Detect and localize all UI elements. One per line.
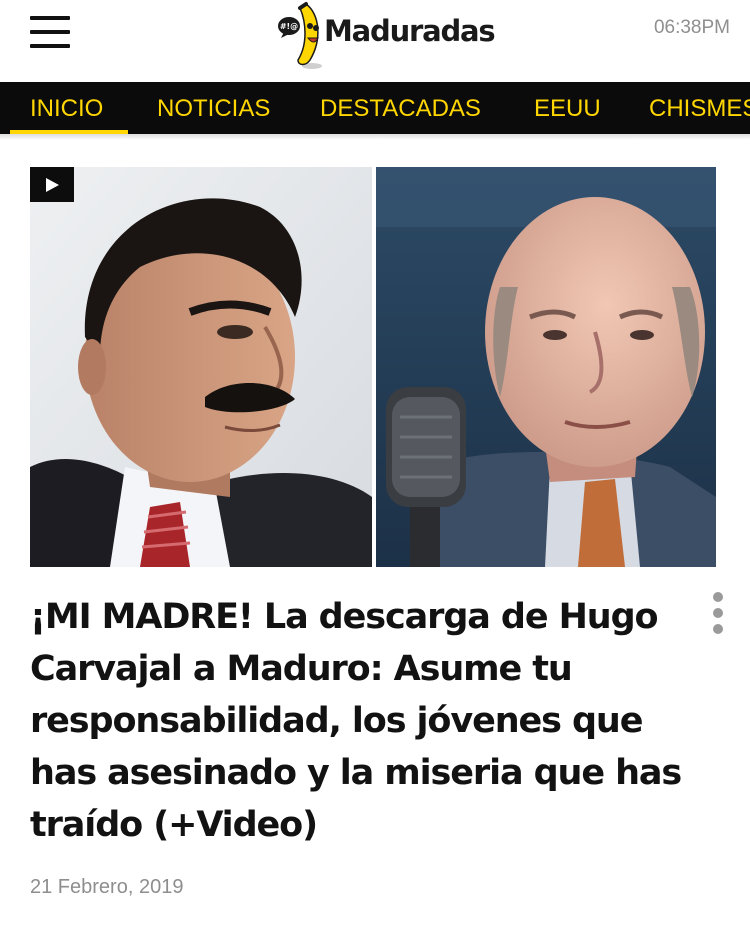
more-options-icon[interactable] — [708, 592, 728, 634]
nav-item-destacadas[interactable]: DESTACADAS — [320, 82, 481, 134]
brand-name: Maduradas — [324, 14, 496, 48]
menu-icon[interactable] — [30, 16, 70, 48]
nav-divider — [0, 134, 750, 140]
more-options-dot — [713, 592, 723, 602]
article-date: 21 Febrero, 2019 — [30, 876, 184, 898]
category-nav: INICIO NOTICIAS DESTACADAS EEUU CHISMES — [0, 82, 750, 134]
nav-item-noticias[interactable]: NOTICIAS — [157, 82, 270, 134]
clock-time: 06:38PM — [653, 17, 730, 38]
article-image[interactable] — [30, 167, 716, 567]
banana-mascot-icon: #!@ — [278, 2, 322, 69]
article-headline[interactable]: ¡MI MADRE! La descarga de Hugo Carvajal … — [30, 591, 700, 851]
nav-item-eeuu[interactable]: EEUU — [534, 82, 601, 134]
nav-item-chismes[interactable]: CHISMES — [649, 82, 750, 134]
menu-icon-line — [30, 30, 70, 34]
play-icon — [46, 177, 59, 192]
menu-icon-line — [30, 44, 70, 48]
play-video-button[interactable] — [30, 167, 74, 202]
svg-text:#!@: #!@ — [280, 22, 298, 31]
site-logo[interactable]: #!@ Maduradas — [276, 0, 496, 70]
menu-icon-line — [30, 16, 70, 20]
more-options-dot — [713, 608, 723, 618]
top-bar: #!@ Maduradas 06:38PM — [0, 0, 750, 82]
article-photo — [30, 167, 716, 567]
more-options-dot — [713, 624, 723, 634]
nav-item-inicio[interactable]: INICIO — [30, 82, 103, 134]
